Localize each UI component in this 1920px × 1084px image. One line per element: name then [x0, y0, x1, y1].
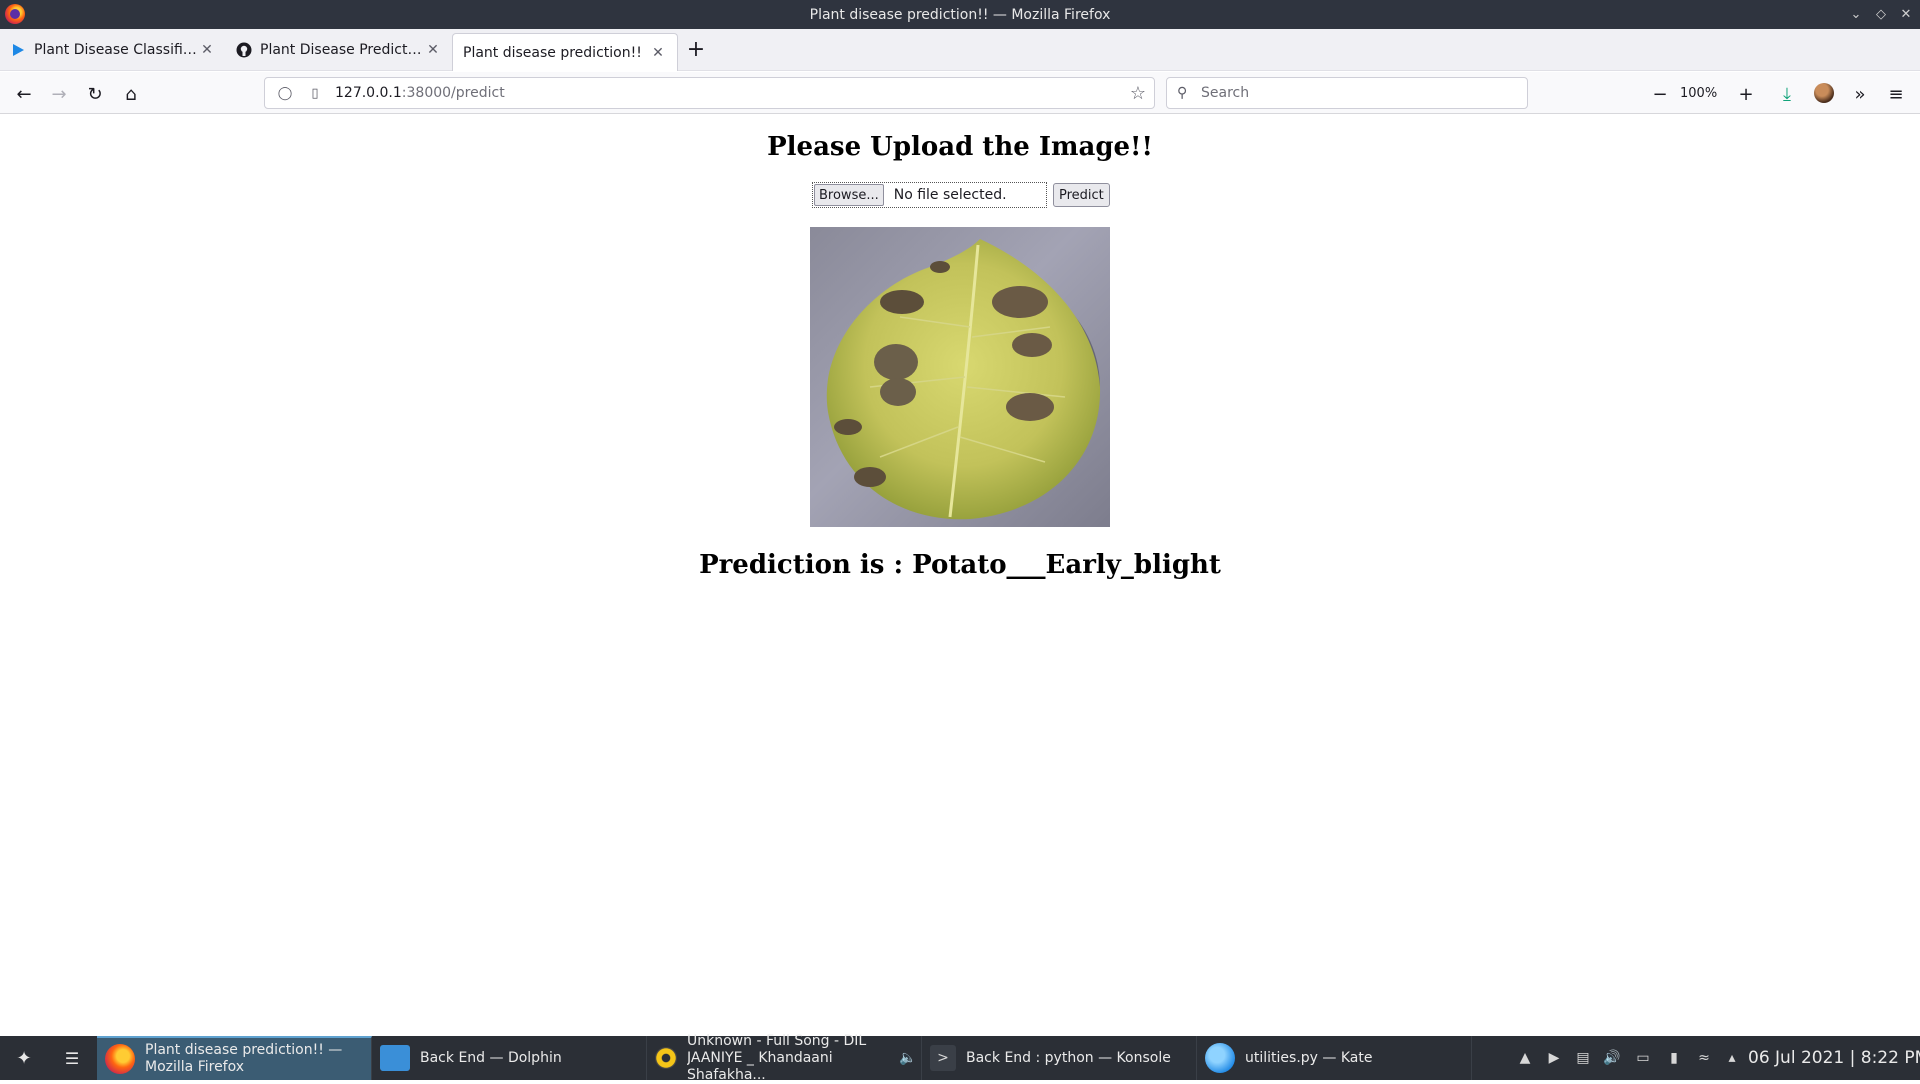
- page-info-icon[interactable]: ▯: [305, 86, 325, 101]
- tab-title: Plant disease prediction!!: [463, 44, 642, 61]
- zoom-out-icon[interactable]: −: [1646, 80, 1674, 108]
- shield-icon[interactable]: ◯: [275, 86, 295, 101]
- uploaded-leaf-image: [810, 227, 1110, 527]
- play-icon: [10, 42, 26, 58]
- downloads-icon[interactable]: ⤓: [1773, 80, 1801, 108]
- battery-icon[interactable]: ▭: [1634, 1049, 1652, 1067]
- maximize-icon[interactable]: ◇: [1871, 4, 1891, 24]
- task-label: Unknown - Full Song - DIL JAANIYE _ Khan…: [687, 1032, 867, 1083]
- firefox-logo-icon: [5, 4, 25, 24]
- navigation-toolbar: ← → ↻ ⌂ ◯ ▯ 127.0.0.1:38000/predict ☆ ⚲ …: [0, 72, 1920, 114]
- upload-form: Browse... No file selected. Predict: [812, 182, 1110, 208]
- url-bar[interactable]: ◯ ▯ 127.0.0.1:38000/predict ☆: [264, 77, 1155, 109]
- notifications-icon[interactable]: ▲: [1516, 1049, 1534, 1067]
- search-bar[interactable]: ⚲ Search: [1166, 77, 1528, 109]
- page-content: Please Upload the Image!! Browse... No f…: [0, 115, 1920, 1035]
- task-dolphin[interactable]: Back End — Dolphin: [372, 1036, 647, 1080]
- home-icon[interactable]: ⌂: [117, 80, 145, 108]
- url-host: 127.0.0.1: [335, 85, 402, 101]
- zoom-in-icon[interactable]: +: [1732, 80, 1760, 108]
- tab-close-icon[interactable]: ✕: [649, 45, 667, 61]
- device-icon[interactable]: ▮: [1665, 1049, 1683, 1067]
- tab-title: Plant Disease Prediction · I: [260, 42, 424, 58]
- media-play-icon[interactable]: ▶: [1545, 1049, 1563, 1067]
- page-heading: Please Upload the Image!!: [767, 132, 1153, 162]
- tab-strip: Plant Disease Classification ✕ Plant Dis…: [0, 29, 1920, 71]
- task-label: Plant disease prediction!! — Mozilla Fir…: [145, 1042, 343, 1075]
- account-avatar[interactable]: [1814, 83, 1834, 103]
- speaker-icon[interactable]: 🔈: [899, 1050, 916, 1066]
- zoom-level[interactable]: 100%: [1680, 86, 1717, 101]
- wifi-icon[interactable]: ≈: [1695, 1049, 1713, 1067]
- hamburger-menu-icon[interactable]: ≡: [1882, 80, 1910, 108]
- firefox-icon: [105, 1044, 135, 1074]
- browse-button[interactable]: Browse...: [814, 184, 884, 206]
- task-label: utilities.py — Kate: [1245, 1049, 1373, 1066]
- task-kate[interactable]: utilities.py — Kate: [1197, 1036, 1472, 1080]
- clock[interactable]: 06 Jul 2021 | 8:22 PM: [1748, 1048, 1920, 1068]
- virtual-desktop-pager-icon[interactable]: ☰: [58, 1046, 86, 1070]
- tab-plant-disease-classification[interactable]: Plant Disease Classification ✕: [0, 29, 226, 71]
- window-title: Plant disease prediction!! — Mozilla Fir…: [809, 6, 1111, 23]
- prediction-result: Prediction is : Potato___Early_blight: [699, 550, 1221, 580]
- tab-title: Plant Disease Classification: [34, 42, 198, 58]
- clipboard-icon[interactable]: ▤: [1574, 1049, 1592, 1067]
- kate-icon: [1205, 1043, 1235, 1073]
- file-status: No file selected.: [893, 187, 1007, 203]
- close-window-icon[interactable]: ✕: [1896, 4, 1916, 24]
- url-path: :38000/predict: [401, 85, 505, 101]
- tab-close-icon[interactable]: ✕: [424, 42, 442, 58]
- back-arrow-icon[interactable]: ←: [10, 80, 38, 108]
- tab-plant-disease-prediction-github[interactable]: Plant Disease Prediction · I ✕: [226, 29, 452, 71]
- bookmark-star-icon[interactable]: ☆: [1130, 83, 1146, 104]
- search-placeholder: Search: [1201, 85, 1250, 101]
- task-label: Back End — Dolphin: [420, 1049, 562, 1066]
- forward-arrow-icon[interactable]: →: [45, 80, 73, 108]
- task-firefox[interactable]: Plant disease prediction!! — Mozilla Fir…: [97, 1036, 372, 1080]
- taskbar: ✦ ☰ Plant disease prediction!! — Mozilla…: [0, 1033, 1920, 1083]
- folder-icon: [380, 1045, 410, 1071]
- task-label: Back End : python — Konsole: [966, 1049, 1171, 1066]
- tray-expand-arrow-icon[interactable]: ▴: [1723, 1049, 1741, 1067]
- task-konsole[interactable]: > Back End : python — Konsole: [922, 1036, 1197, 1080]
- media-player-icon: [655, 1047, 677, 1069]
- minimize-icon[interactable]: ⌄: [1846, 4, 1866, 24]
- predict-button[interactable]: Predict: [1053, 183, 1110, 207]
- tab-close-icon[interactable]: ✕: [198, 42, 216, 58]
- reload-icon[interactable]: ↻: [81, 80, 109, 108]
- task-media-player[interactable]: Unknown - Full Song - DIL JAANIYE _ Khan…: [647, 1033, 922, 1083]
- volume-icon[interactable]: 🔊: [1603, 1049, 1621, 1067]
- application-launcher-icon[interactable]: ✦: [10, 1046, 38, 1070]
- tab-plant-disease-prediction-active[interactable]: Plant disease prediction!! ✕: [452, 33, 678, 71]
- window-titlebar: Plant disease prediction!! — Mozilla Fir…: [0, 0, 1920, 29]
- search-icon: ⚲: [1177, 85, 1188, 101]
- new-tab-button[interactable]: +: [678, 29, 714, 70]
- terminal-icon: >: [930, 1045, 956, 1071]
- file-input[interactable]: Browse... No file selected.: [812, 182, 1047, 208]
- overflow-chevrons-icon[interactable]: »: [1846, 80, 1874, 108]
- github-icon: [236, 42, 252, 58]
